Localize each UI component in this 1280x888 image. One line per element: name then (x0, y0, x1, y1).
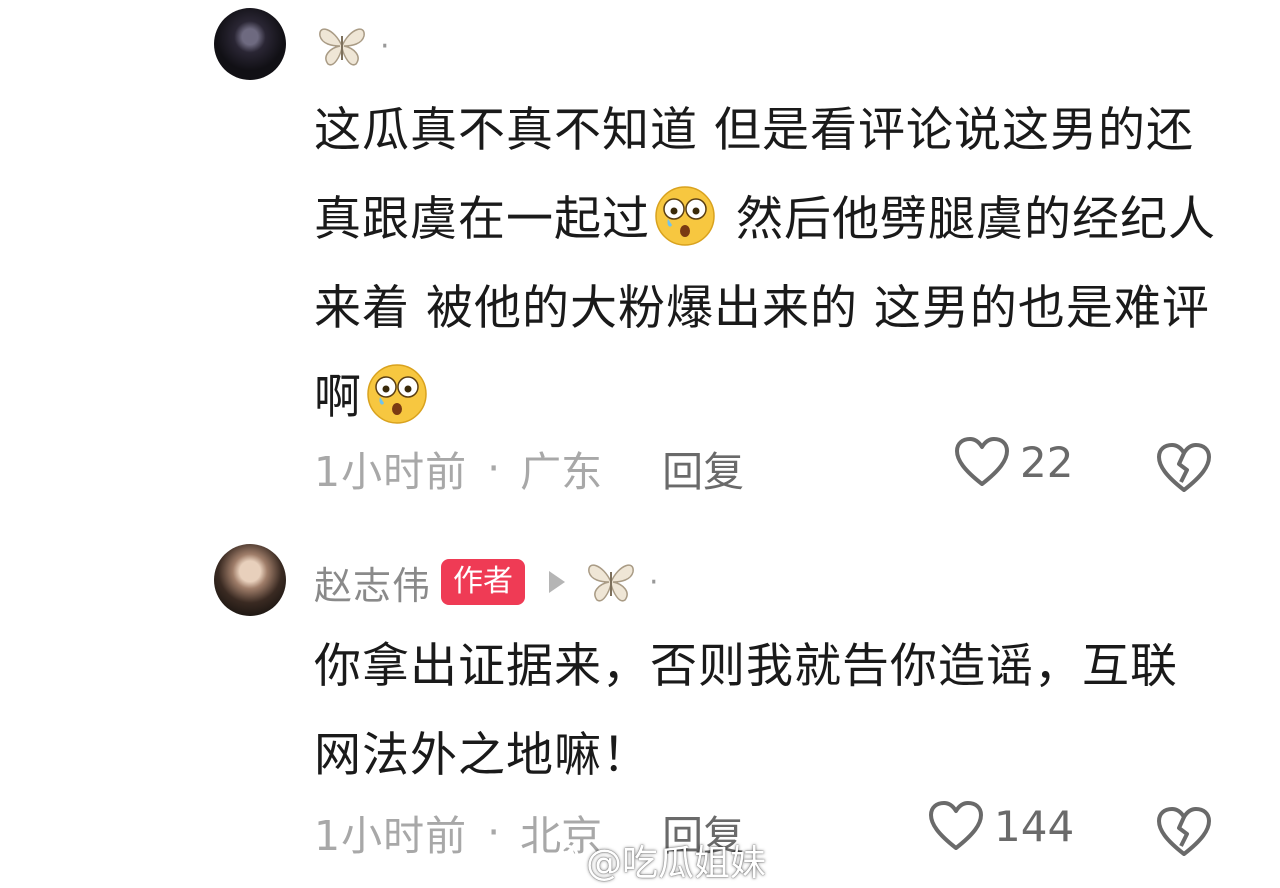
comment-text: 你拿出证据来，否则我就告你造谣，互联网法外之地嘛！ (314, 622, 1224, 800)
weibo-icon (537, 844, 579, 878)
like-button[interactable]: 22 (954, 436, 1073, 488)
name-row: 赵志伟 作者 · (314, 554, 659, 610)
comment-meta: 1小时前 · 广东 回复 (314, 436, 1214, 500)
comment-text-content: 你拿出证据来，否则我就告你造谣，互联网法外之地嘛！ (314, 639, 1178, 783)
comment-text: 这瓜真不真不知道 但是看评论说这男的还真跟虞在一起过 然后他劈腿虞的经纪人来着 … (314, 86, 1224, 442)
broken-heart-icon[interactable] (1156, 442, 1212, 494)
watermark: @吃瓜姐妹 (536, 834, 766, 886)
broken-heart-icon[interactable] (1156, 806, 1212, 858)
shocked-emoji-icon (367, 364, 427, 424)
shocked-emoji-icon (655, 186, 715, 246)
like-count: 144 (994, 801, 1075, 851)
avatar[interactable] (214, 544, 286, 616)
name-row: · (314, 18, 390, 74)
like-count: 22 (1020, 437, 1074, 487)
comment-time: 1小时前 (314, 448, 468, 496)
name-dot: · (649, 564, 659, 600)
comment-time: 1小时前 (314, 812, 468, 860)
watermark-text: @吃瓜姐妹 (586, 843, 767, 884)
username[interactable]: 赵志伟 (314, 555, 431, 610)
butterfly-icon (588, 564, 634, 602)
arrow-icon (549, 571, 566, 593)
meta-dot: · (487, 808, 501, 856)
avatar[interactable] (214, 8, 286, 80)
heart-icon (955, 437, 1009, 486)
author-badge: 作者 (441, 559, 526, 605)
reply-button[interactable]: 回复 (662, 438, 744, 498)
meta-dot: · (487, 444, 501, 492)
comment-location: 广东 (520, 448, 603, 496)
butterfly-icon (319, 28, 365, 66)
name-dot: · (380, 28, 390, 64)
like-button[interactable]: 144 (928, 800, 1074, 852)
heart-icon (929, 801, 983, 850)
